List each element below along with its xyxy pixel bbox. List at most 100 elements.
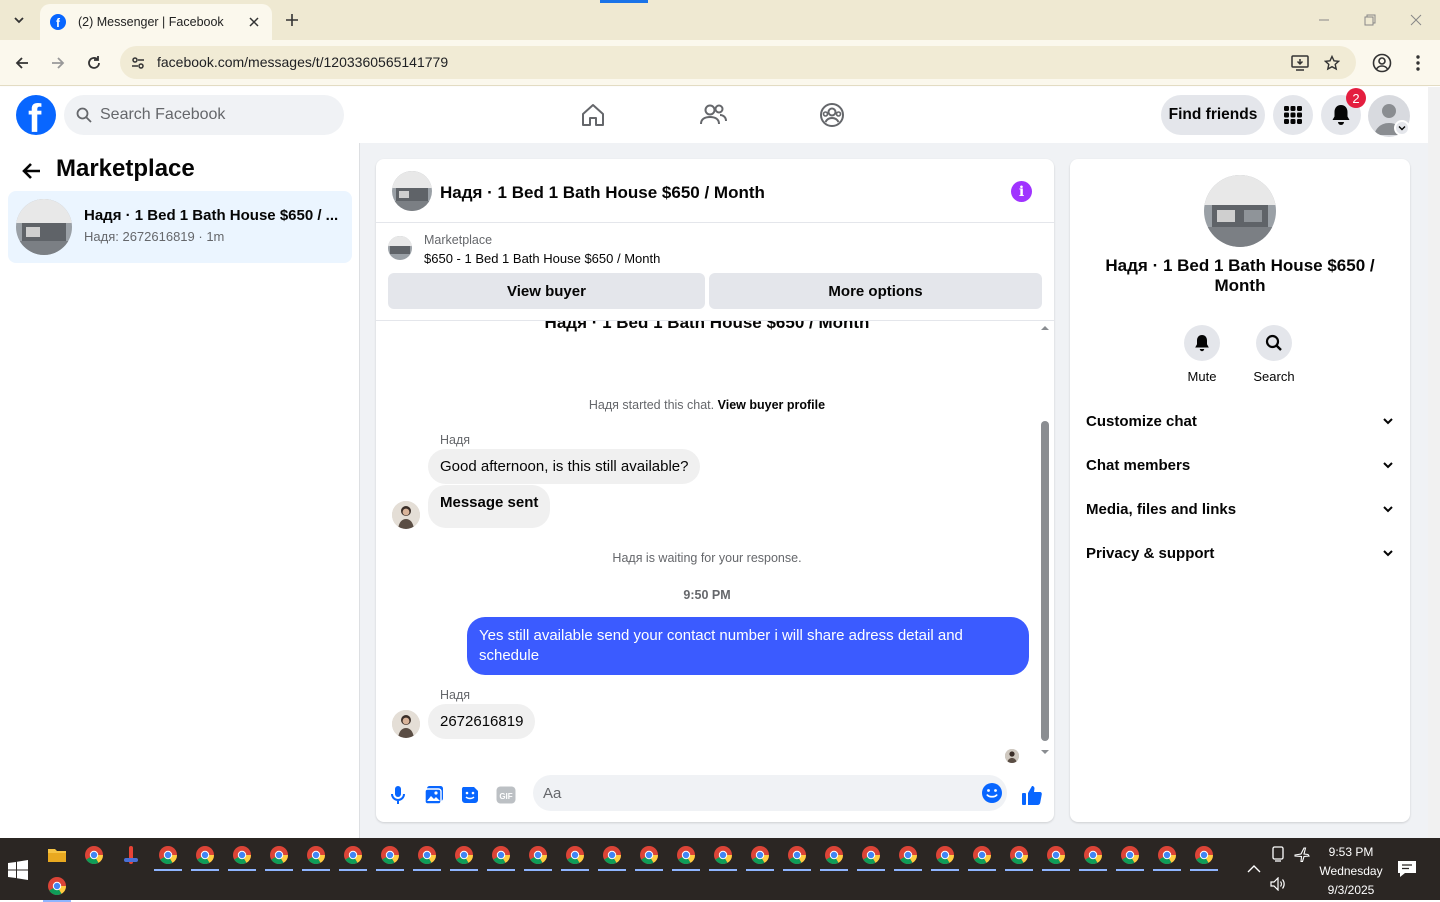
- thread-scrollbar[interactable]: [1038, 321, 1052, 765]
- system-clock[interactable]: 9:53 PM Wednesday 9/3/2025: [1314, 843, 1388, 900]
- sender-avatar[interactable]: [392, 710, 420, 738]
- search-action[interactable]: Search: [1238, 325, 1310, 384]
- message-input[interactable]: [543, 775, 963, 811]
- sticker-button[interactable]: [458, 783, 482, 807]
- info-icon[interactable]: i: [1011, 181, 1032, 202]
- volume-icon[interactable]: [1269, 875, 1287, 893]
- sender-avatar[interactable]: [392, 501, 420, 529]
- chrome-window-icon[interactable]: [528, 845, 548, 865]
- browser-tab-active[interactable]: f (2) Messenger | Facebook: [40, 4, 272, 40]
- show-hidden-icons-button[interactable]: [1245, 860, 1263, 878]
- chrome-window-icon[interactable]: [454, 845, 474, 865]
- chrome-window-icon[interactable]: [565, 845, 585, 865]
- view-buyer-button[interactable]: View buyer: [388, 273, 705, 309]
- reload-button[interactable]: [82, 51, 106, 75]
- view-buyer-profile-link[interactable]: View buyer profile: [718, 398, 825, 412]
- mute-button[interactable]: [1184, 325, 1220, 361]
- account-menu-button[interactable]: [1394, 120, 1410, 136]
- browser-menu-button[interactable]: [1406, 51, 1430, 75]
- scroll-up-icon[interactable]: [1038, 324, 1052, 332]
- chrome-window-icon[interactable]: [195, 845, 215, 865]
- chrome-window-icon[interactable]: [491, 845, 511, 865]
- search-input[interactable]: [100, 95, 330, 135]
- notification-center-icon[interactable]: [1397, 860, 1417, 878]
- attach-media-button[interactable]: [422, 783, 446, 807]
- find-friends-button[interactable]: Find friends: [1161, 95, 1265, 135]
- incoming-message[interactable]: 2672616819: [428, 704, 536, 739]
- windows-start-icon[interactable]: [8, 860, 28, 880]
- listing-price[interactable]: $650 - 1 Bed 1 Bath House $650 / Month: [424, 251, 660, 266]
- chrome-window-icon[interactable]: [380, 845, 400, 865]
- chrome-window-icon[interactable]: [898, 845, 918, 865]
- scroll-down-icon[interactable]: [1038, 748, 1052, 756]
- tab-close-button[interactable]: [246, 14, 262, 30]
- incoming-message[interactable]: Good afternoon, is this still available?: [428, 449, 701, 484]
- tab-search-button[interactable]: [6, 8, 32, 32]
- device-tray-icon[interactable]: [1269, 845, 1287, 863]
- chrome-window-icon[interactable]: [1120, 845, 1140, 865]
- chrome-window-icon[interactable]: [269, 845, 289, 865]
- install-app-icon[interactable]: [1290, 53, 1310, 73]
- pinned-app-icon[interactable]: [121, 845, 141, 865]
- facebook-search[interactable]: [64, 95, 344, 135]
- url-text[interactable]: facebook.com/messages/t/1203360565141779: [157, 54, 448, 70]
- search-in-chat-button[interactable]: [1256, 325, 1292, 361]
- chrome-window-icon[interactable]: [158, 845, 178, 865]
- chrome-window-icon[interactable]: [824, 845, 844, 865]
- section-customize-chat[interactable]: Customize chat: [1078, 399, 1402, 443]
- message-input-wrapper[interactable]: [533, 775, 1007, 811]
- chrome-window-icon[interactable]: [750, 845, 770, 865]
- facebook-logo[interactable]: f: [16, 95, 56, 135]
- like-button[interactable]: [1020, 783, 1044, 807]
- more-options-button[interactable]: More options: [709, 273, 1042, 309]
- site-info-icon[interactable]: [128, 53, 148, 73]
- new-tab-button[interactable]: [282, 10, 302, 30]
- page-scrollbar[interactable]: [1428, 87, 1440, 838]
- gif-button[interactable]: GIF: [494, 783, 518, 807]
- chrome-window-icon[interactable]: [602, 845, 622, 865]
- voice-clip-button[interactable]: [386, 783, 410, 807]
- incoming-message[interactable]: Message sent: [428, 485, 551, 528]
- section-chat-members[interactable]: Chat members: [1078, 443, 1402, 487]
- nav-friends[interactable]: [697, 99, 729, 131]
- chrome-window-icon[interactable]: [1194, 845, 1214, 865]
- chrome-window-icon[interactable]: [861, 845, 881, 865]
- chrome-window-icon[interactable]: [935, 845, 955, 865]
- airplane-mode-icon[interactable]: [1293, 845, 1311, 863]
- bookmark-star-icon[interactable]: [1322, 53, 1342, 73]
- chrome-window-icon[interactable]: [972, 845, 992, 865]
- chrome-window-icon[interactable]: [343, 845, 363, 865]
- chrome-window-icon[interactable]: [787, 845, 807, 865]
- forward-button[interactable]: [46, 51, 70, 75]
- close-window-button[interactable]: [1406, 10, 1426, 30]
- scrollbar-thumb[interactable]: [1041, 421, 1049, 741]
- chrome-window-icon[interactable]: [1083, 845, 1103, 865]
- outgoing-message[interactable]: Yes still available send your contact nu…: [467, 617, 1029, 675]
- chrome-window-icon[interactable]: [47, 876, 67, 896]
- chrome-window-icon[interactable]: [417, 845, 437, 865]
- address-bar[interactable]: facebook.com/messages/t/1203360565141779: [120, 46, 1356, 79]
- chrome-window-icon[interactable]: [639, 845, 659, 865]
- chrome-window-icon[interactable]: [713, 845, 733, 865]
- chrome-window-icon[interactable]: [1009, 845, 1029, 865]
- chrome-window-icon[interactable]: [306, 845, 326, 865]
- mute-action[interactable]: Mute: [1166, 325, 1238, 384]
- emoji-icon[interactable]: [981, 782, 1003, 804]
- menu-button[interactable]: [1273, 95, 1313, 135]
- nav-groups[interactable]: [816, 99, 848, 131]
- chrome-window-icon[interactable]: [1046, 845, 1066, 865]
- chrome-window-icon[interactable]: [1157, 845, 1177, 865]
- section-media-files-links[interactable]: Media, files and links: [1078, 487, 1402, 531]
- back-button[interactable]: [10, 51, 34, 75]
- profile-button[interactable]: [1370, 51, 1394, 75]
- minimize-button[interactable]: [1314, 10, 1334, 30]
- chat-title[interactable]: Надя · 1 Bed 1 Bath House $650 / Month: [440, 183, 765, 203]
- back-button[interactable]: [20, 159, 44, 183]
- section-privacy-support[interactable]: Privacy & support: [1078, 531, 1402, 575]
- chat-avatar[interactable]: [392, 171, 432, 211]
- listing-photo[interactable]: [1204, 175, 1276, 247]
- chrome-window-icon[interactable]: [676, 845, 696, 865]
- chrome-icon[interactable]: [84, 845, 104, 865]
- restore-button[interactable]: [1360, 10, 1380, 30]
- conversation-item-selected[interactable]: Надя · 1 Bed 1 Bath House $650 / ... Над…: [8, 191, 352, 263]
